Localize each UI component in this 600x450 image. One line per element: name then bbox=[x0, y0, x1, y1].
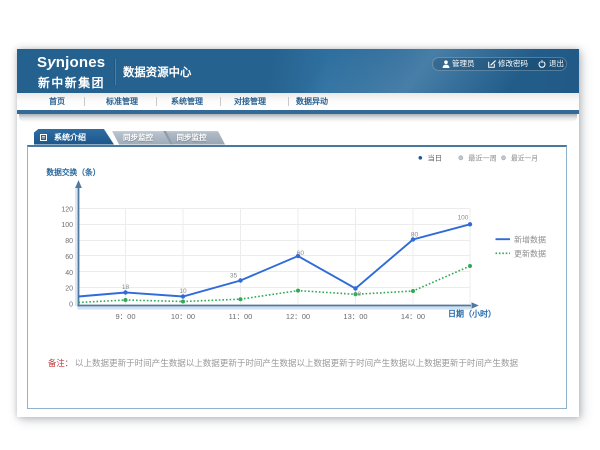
svg-text:18: 18 bbox=[122, 284, 130, 291]
svg-text:数据交换（条）: 数据交换（条） bbox=[46, 167, 100, 177]
svg-text:日期（小时）: 日期（小时） bbox=[448, 309, 496, 319]
svg-text:120: 120 bbox=[61, 206, 73, 213]
svg-text:以上数据更新于时间产生数据以上数据更新于时间产生数据以上数据: 以上数据更新于时间产生数据以上数据更新于时间产生数据以上数据更新于时间产生数据以… bbox=[75, 358, 518, 368]
svg-text:11：00: 11：00 bbox=[229, 312, 253, 321]
svg-text:12：00: 12：00 bbox=[286, 312, 310, 321]
svg-text:当日: 当日 bbox=[428, 153, 443, 162]
svg-text:最近一月: 最近一月 bbox=[511, 153, 538, 162]
svg-text:20: 20 bbox=[65, 286, 73, 293]
svg-text:60: 60 bbox=[65, 254, 73, 261]
svg-text:40: 40 bbox=[65, 270, 73, 277]
svg-text:10：00: 10：00 bbox=[171, 312, 195, 321]
svg-text:0: 0 bbox=[69, 302, 73, 309]
svg-text:35: 35 bbox=[230, 273, 238, 280]
svg-text:100: 100 bbox=[61, 222, 73, 229]
svg-text:60: 60 bbox=[297, 250, 305, 257]
svg-text:80: 80 bbox=[65, 238, 73, 245]
svg-text:新增数据: 新增数据 bbox=[514, 234, 546, 244]
svg-text:10: 10 bbox=[179, 288, 187, 295]
svg-text:更新数据: 更新数据 bbox=[514, 248, 546, 258]
svg-text:10: 10 bbox=[354, 291, 362, 298]
svg-text:13：00: 13：00 bbox=[343, 312, 367, 321]
svg-text:最近一周: 最近一周 bbox=[468, 153, 497, 162]
svg-text:100: 100 bbox=[458, 215, 469, 222]
svg-text:备注：: 备注： bbox=[48, 358, 73, 368]
svg-text:14：00: 14：00 bbox=[401, 312, 425, 321]
svg-text:9：00: 9：00 bbox=[115, 312, 135, 321]
svg-text:80: 80 bbox=[411, 232, 419, 239]
